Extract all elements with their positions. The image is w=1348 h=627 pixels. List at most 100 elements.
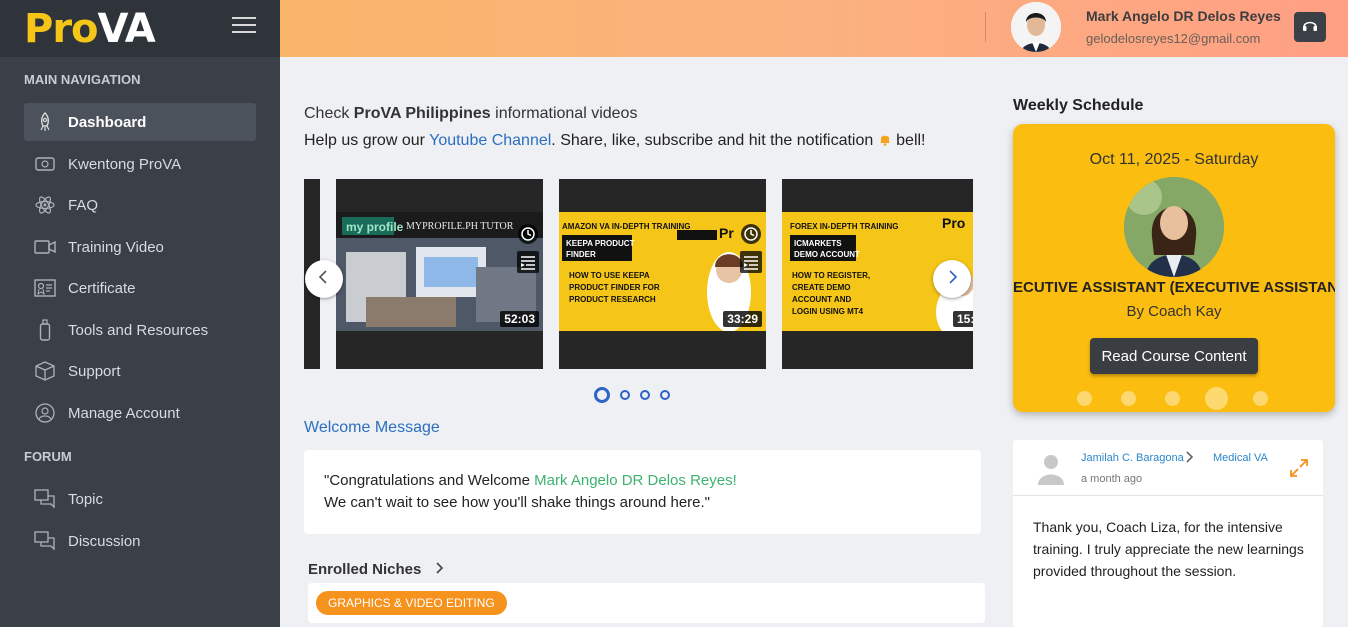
coach-photo (1124, 177, 1224, 277)
welcome-message-title: Welcome Message (304, 419, 440, 436)
svg-text:LOGIN USING MT4: LOGIN USING MT4 (792, 307, 864, 316)
schedule-pagination (1077, 391, 1268, 406)
svg-text:Pr: Pr (719, 225, 734, 241)
bell-icon (878, 132, 892, 149)
weekly-schedule-title: Weekly Schedule (1013, 97, 1144, 114)
headset-icon (1302, 17, 1318, 38)
headset-support-button[interactable] (1294, 12, 1326, 42)
watch-later-icon[interactable] (517, 223, 539, 245)
svg-text:KEEPA PRODUCT: KEEPA PRODUCT (566, 239, 635, 248)
svg-text:MYPROFILE.PH TUTOR: MYPROFILE.PH TUTOR (406, 221, 514, 232)
svg-text:FOREX IN-DEPTH TRAINING: FOREX IN-DEPTH TRAINING (790, 222, 898, 231)
sidebar-item-label: Discussion (68, 532, 141, 550)
carousel-dot-4[interactable] (660, 390, 670, 400)
atom-icon (34, 194, 56, 216)
top-header: Mark Angelo DR Delos Reyes gelodelosreye… (280, 0, 1348, 57)
sidebar-item-manage-account[interactable]: Manage Account (24, 394, 256, 432)
read-course-content-button[interactable]: Read Course Content (1090, 338, 1258, 374)
rocket-icon (34, 111, 56, 133)
course-title: XECUTIVE ASSISTANT (EXECUTIVE ASSISTANT (1013, 279, 1335, 296)
sidebar-item-label: Topic (68, 490, 104, 508)
chevron-right-icon (946, 269, 958, 289)
svg-text:HOW TO USE KEEPA: HOW TO USE KEEPA (569, 271, 650, 280)
svg-text:Pro: Pro (942, 215, 965, 231)
schedule-card: Oct 11, 2025 - Saturday XECUTIVE ASSISTA… (1013, 124, 1335, 412)
user-name: Mark Angelo DR Delos Reyes (1086, 8, 1281, 24)
carousel-dot-3[interactable] (640, 390, 650, 400)
post-author-link[interactable]: Jamilah C. Baragona (1081, 452, 1184, 464)
add-to-queue-icon[interactable] (740, 251, 762, 273)
sidebar-item-discussion[interactable]: Discussion (24, 522, 256, 560)
youtube-channel-link[interactable]: Youtube Channel (429, 132, 551, 149)
niche-badge[interactable]: GRAPHICS & VIDEO EDITING (316, 591, 507, 615)
sidebar: ProVA MAIN NAVIGATION Dashboard Kwentong… (0, 0, 280, 627)
sidebar-item-support[interactable]: Support (24, 352, 256, 390)
schedule-dot-3[interactable] (1165, 391, 1180, 406)
svg-text:CREATE DEMO: CREATE DEMO (792, 283, 851, 292)
film-icon (34, 153, 56, 175)
intro-text: Check ProVA Philippines informational vi… (304, 105, 638, 122)
brand-bar: ProVA (0, 0, 280, 57)
svg-text:my profile: my profile (346, 220, 404, 234)
help-text: Help us grow our Youtube Channel. Share,… (304, 132, 926, 149)
sidebar-item-topic[interactable]: Topic (24, 480, 256, 518)
post-time: a month ago (1081, 473, 1143, 485)
svg-text:HOW TO REGISTER,: HOW TO REGISTER, (792, 271, 870, 280)
video-duration: 33:29 (723, 311, 762, 327)
video-thumbnail-keepa[interactable]: AMAZON VA IN-DEPTH TRAINING KEEPA PRODUC… (559, 179, 766, 369)
carousel-next-button[interactable] (933, 260, 971, 298)
schedule-dot-1[interactable] (1077, 391, 1092, 406)
svg-text:AMAZON VA IN-DEPTH TRAINING: AMAZON VA IN-DEPTH TRAINING (562, 222, 690, 231)
user-email: gelodelosreyes12@gmail.com (1086, 31, 1261, 46)
header-divider (985, 12, 986, 42)
carousel-dot-1[interactable] (594, 387, 610, 403)
sidebar-item-label: Tools and Resources (68, 321, 209, 339)
enrolled-niches-card: GRAPHICS & VIDEO EDITING (308, 583, 985, 623)
prova-logo[interactable]: ProVA (24, 6, 156, 52)
user-avatar[interactable] (1011, 2, 1061, 52)
default-avatar-icon (1035, 451, 1067, 487)
video-duration: 52:03 (500, 311, 539, 327)
svg-text:FINDER: FINDER (566, 250, 596, 259)
post-category-link[interactable]: Medical VA (1213, 452, 1268, 464)
chat-bubbles-icon (34, 488, 56, 510)
sidebar-item-label: FAQ (68, 196, 99, 214)
sidebar-item-tools-and-resources[interactable]: Tools and Resources (24, 311, 256, 349)
sidebar-item-label: Support (68, 362, 121, 380)
chevron-right-icon (1184, 450, 1194, 469)
svg-text:ACCOUNT AND: ACCOUNT AND (792, 295, 851, 304)
chevron-right-icon (426, 561, 444, 578)
sidebar-item-kwentong-prova[interactable]: Kwentong ProVA (24, 145, 256, 183)
sidebar-item-label: Dashboard (68, 113, 147, 131)
carousel-prev-button[interactable] (305, 260, 343, 298)
sidebar-item-faq[interactable]: FAQ (24, 186, 256, 224)
carousel-dot-2[interactable] (620, 390, 630, 400)
schedule-dot-2[interactable] (1121, 391, 1136, 406)
bottle-icon (34, 319, 56, 341)
sidebar-item-label: Manage Account (68, 404, 180, 422)
schedule-dot-5[interactable] (1253, 391, 1268, 406)
carousel-pagination (594, 387, 670, 403)
video-carousel: my profile MYPROFILE.PH TUTOR 52:03 AMAZ… (304, 179, 973, 369)
post-body: Thank you, Coach Liza, for the intensive… (1033, 519, 1304, 579)
svg-text:ICMARKETS: ICMARKETS (794, 239, 842, 248)
welcome-line-1: "Congratulations and Welcome Mark Angelo… (324, 472, 737, 489)
chevron-left-icon (318, 269, 330, 289)
sidebar-item-dashboard[interactable]: Dashboard (24, 103, 256, 141)
watch-later-icon[interactable] (740, 223, 762, 245)
welcome-line-2: We can't wait to see how you'll shake th… (324, 494, 710, 511)
add-to-queue-icon[interactable] (517, 251, 539, 273)
user-circle-icon (34, 402, 56, 424)
svg-text:PRODUCT FINDER FOR: PRODUCT FINDER FOR (569, 283, 660, 292)
post-header: Jamilah C. Baragona Medical VA a month a… (1013, 440, 1323, 496)
menu-toggle-icon[interactable] (232, 17, 256, 35)
welcome-user-name: Mark Angelo DR Delos Reyes! (534, 472, 737, 489)
sidebar-item-label: Certificate (68, 279, 136, 297)
video-thumbnail-myprofile[interactable]: my profile MYPROFILE.PH TUTOR 52:03 (336, 179, 543, 369)
expand-icon[interactable] (1288, 457, 1310, 479)
schedule-dot-4[interactable] (1209, 391, 1224, 406)
welcome-card: "Congratulations and Welcome Mark Angelo… (304, 450, 981, 534)
sidebar-item-certificate[interactable]: Certificate (24, 269, 256, 307)
enrolled-niches-link[interactable]: Enrolled Niches (308, 561, 444, 578)
sidebar-item-training-video[interactable]: Training Video (24, 228, 256, 266)
